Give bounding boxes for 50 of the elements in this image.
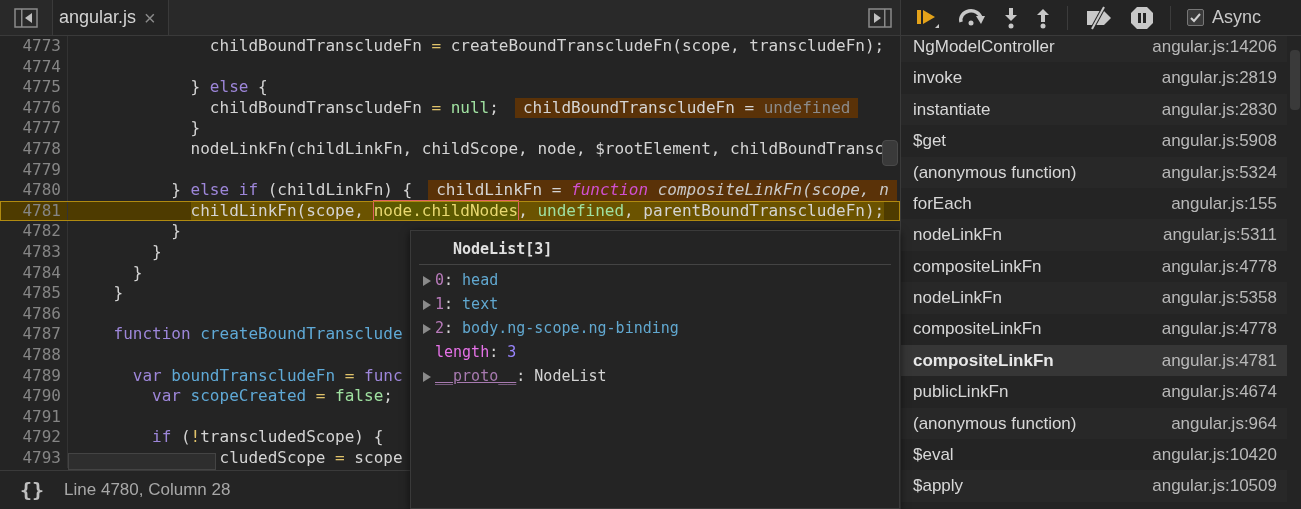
code-line: } else if (childLinkFn) { bbox=[171, 180, 413, 201]
step-out-icon[interactable] bbox=[1035, 6, 1051, 29]
expand-triangle-icon[interactable] bbox=[422, 370, 432, 383]
code-line: var boundTranscludeFn = func bbox=[132, 365, 403, 387]
code-line: if (!transcludedScope) { bbox=[152, 427, 384, 448]
code-line: } bbox=[190, 118, 201, 139]
code-line: } bbox=[113, 283, 124, 304]
call-frame[interactable]: NgModelController angular.js:14206 bbox=[901, 36, 1287, 63]
horizontal-scrollbar-thumb[interactable] bbox=[68, 453, 216, 470]
deactivate-breakpoints-icon[interactable] bbox=[1084, 5, 1114, 30]
property-entry: 0: head bbox=[435, 270, 499, 292]
call-frame[interactable]: $apply angular.js:10509 bbox=[901, 470, 1287, 502]
code-line: cludedScope = scope bbox=[219, 447, 403, 469]
call-frame[interactable]: (anonymous function) angular.js:964 bbox=[901, 407, 1287, 440]
property-entry: 1: text bbox=[435, 294, 499, 316]
pause-exceptions-icon[interactable] bbox=[1130, 5, 1154, 30]
expand-triangle-icon[interactable] bbox=[422, 298, 432, 311]
code-line: } else { bbox=[190, 77, 268, 98]
code-line: } bbox=[152, 241, 162, 263]
checkmark-icon bbox=[1189, 11, 1202, 24]
step-into-icon[interactable] bbox=[1003, 6, 1019, 29]
code-line: function createBoundTransclude bbox=[113, 324, 403, 345]
file-tab[interactable]: angular.js × bbox=[52, 0, 169, 35]
expand-triangle-icon[interactable] bbox=[422, 322, 432, 335]
property-entry: __proto__: NodeList bbox=[435, 366, 607, 388]
property-entry: 2: body.ng-scope.ng-binding bbox=[435, 318, 679, 340]
pretty-print-button[interactable]: {} bbox=[20, 475, 45, 505]
call-frame[interactable]: nodeLinkFn angular.js:5311 bbox=[901, 219, 1287, 251]
inline-value: childLinkFn = function compositeLinkFn(scope, n bbox=[428, 180, 897, 201]
code-line: nodeLinkFn(childLinkFn, childScope, node, $rootElement, childBoundTransc bbox=[190, 138, 885, 160]
vertical-scrollbar-thumb[interactable] bbox=[882, 140, 898, 166]
step-over-icon[interactable] bbox=[957, 7, 987, 28]
property-entry: length: 3 bbox=[435, 342, 517, 364]
code-line: childBoundTranscludeFn = null; bbox=[209, 97, 499, 119]
async-checkbox[interactable]: Async bbox=[1187, 4, 1262, 31]
toggle-debugger-icon[interactable] bbox=[868, 7, 892, 28]
call-frame[interactable]: (anonymous function) angular.js:5324 bbox=[901, 156, 1287, 188]
code-line: var scopeCreated = false; bbox=[152, 386, 393, 407]
inline-value: childBoundTranscludeFn = undefined bbox=[514, 97, 859, 119]
call-frame[interactable]: nodeLinkFn angular.js:5358 bbox=[901, 282, 1287, 314]
call-frame[interactable]: compositeLinkFn angular.js:4781 bbox=[901, 344, 1287, 377]
call-frame[interactable]: instantiate angular.js:2830 bbox=[901, 93, 1287, 126]
code-line: } bbox=[132, 262, 143, 284]
popover-title: NodeList[3] bbox=[453, 240, 553, 258]
code-line: childBoundTranscludeFn = createBoundTranscludeFn(scope, transcludeFn); bbox=[209, 36, 885, 57]
toggle-navigator-icon[interactable] bbox=[14, 7, 38, 28]
expand-triangle-icon[interactable] bbox=[422, 274, 432, 287]
cursor-position: Line 4780, Column 28 bbox=[64, 479, 231, 502]
code-line: } bbox=[171, 221, 181, 242]
close-icon[interactable]: × bbox=[144, 7, 156, 28]
